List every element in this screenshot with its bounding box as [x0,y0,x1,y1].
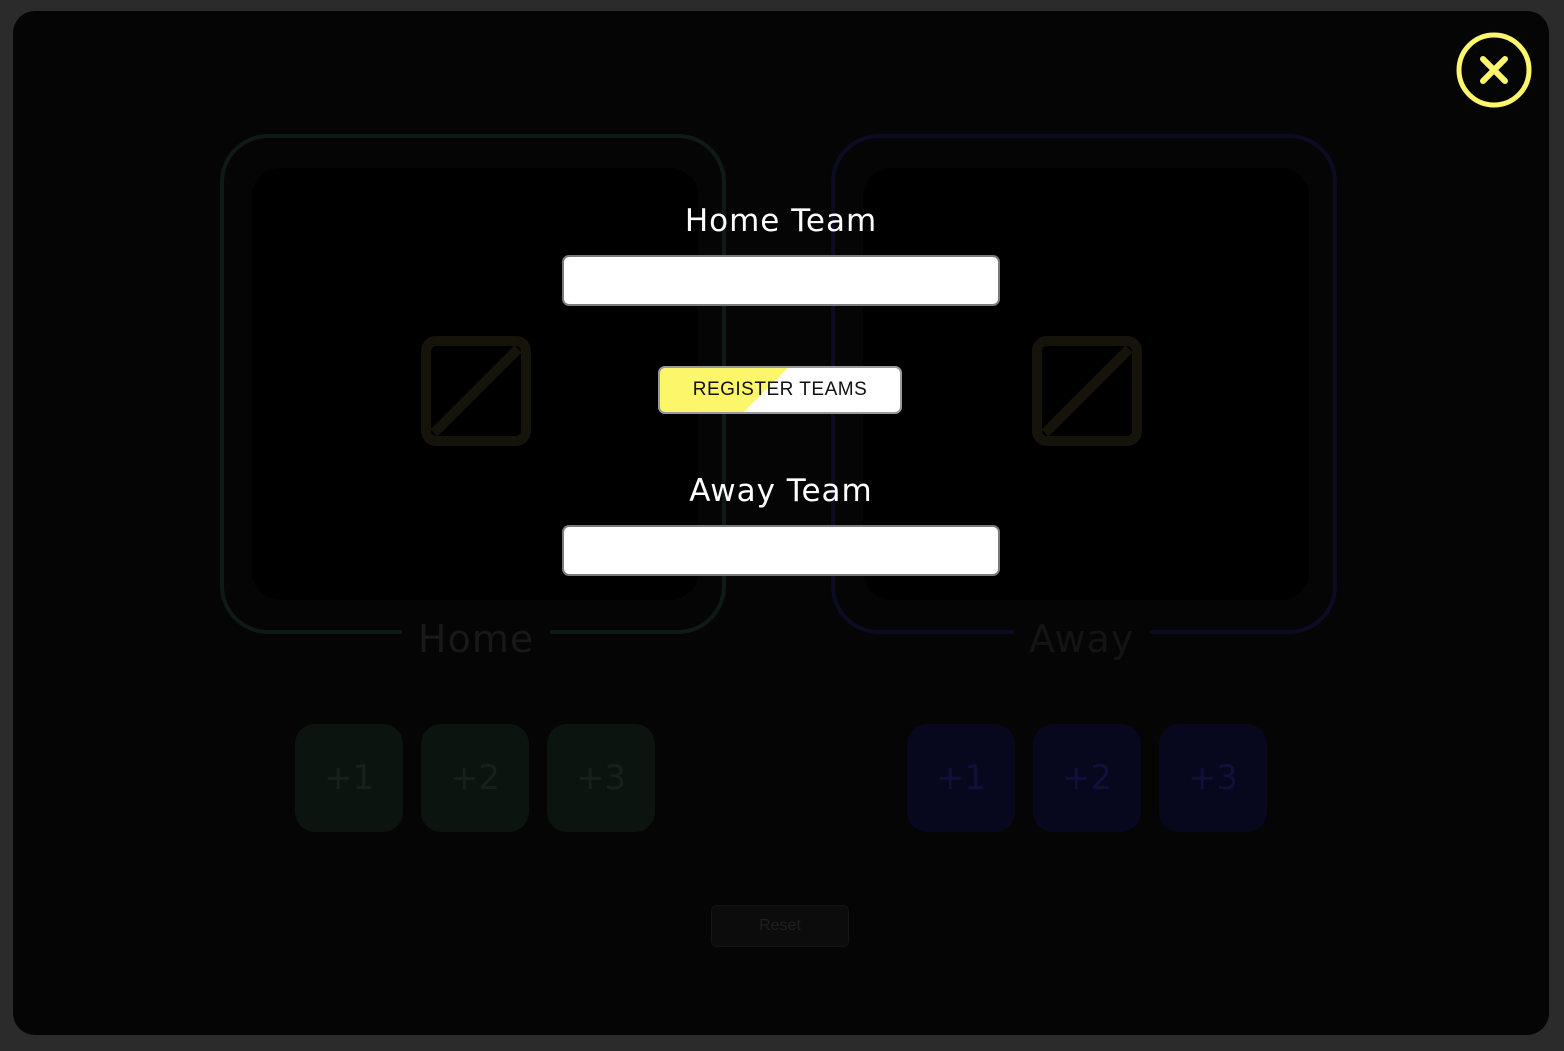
home-plus-one-button[interactable]: +1 [295,724,403,832]
home-plus-three-button[interactable]: +3 [547,724,655,832]
scoreboard-window: Home Away +1 +2 +3 +1 +2 +3 Reset Home T… [13,11,1549,1035]
image-placeholder-icon [421,336,531,446]
away-plus-one-button[interactable]: +1 [907,724,1015,832]
home-team-input[interactable] [562,255,1000,306]
home-team-heading: Home Team [684,203,878,239]
away-plus-three-button[interactable]: +3 [1159,724,1267,832]
reset-button[interactable]: Reset [711,905,849,947]
away-team-label: Away [1013,616,1151,662]
home-plus-two-button[interactable]: +2 [421,724,529,832]
away-plus-two-button[interactable]: +2 [1033,724,1141,832]
register-teams-button[interactable]: REGISTER TEAMS [658,366,902,414]
away-team-heading: Away Team [689,473,873,509]
away-team-input[interactable] [562,525,1000,576]
home-team-label: Home [402,616,551,662]
close-x-icon [1456,32,1532,108]
close-button[interactable] [1455,31,1533,109]
image-placeholder-icon [1032,336,1142,446]
